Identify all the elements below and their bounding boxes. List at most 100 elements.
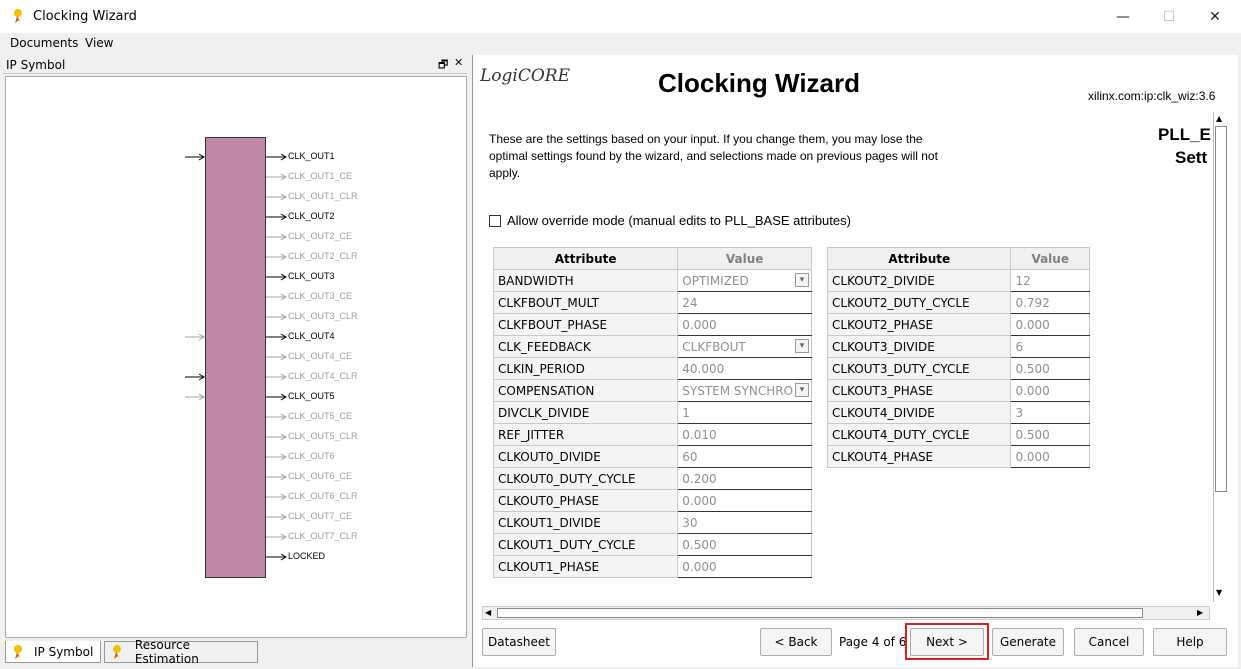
scroll-left-icon[interactable]: ◀ xyxy=(485,608,491,617)
attribute-value[interactable]: 0.792 xyxy=(1010,291,1090,314)
attribute-value[interactable]: 0.000 xyxy=(677,489,812,512)
attribute-name: CLKFBOUT_PHASE xyxy=(492,313,679,336)
attribute-name: CLKOUT3_DIVIDE xyxy=(826,335,1012,358)
attribute-table-left: Attribute Value BANDWIDTH OPTIMIZED ▾ CLKFB… xyxy=(492,247,812,578)
logo-text: LogiCORE xyxy=(480,66,570,86)
attribute-value[interactable]: 0.500 xyxy=(1010,423,1090,446)
attribute-value[interactable]: 0.500 xyxy=(677,533,812,556)
column-header-value: Value xyxy=(1010,247,1090,270)
help-button[interactable]: Help xyxy=(1153,628,1227,656)
attribute-value[interactable]: 0.000 xyxy=(1010,313,1090,336)
table-row: CLKIN_PERIOD 40.000 xyxy=(492,357,812,380)
attribute-table-right: Attribute Value CLKOUT2_DIVIDE 12 CLKOUT2_… xyxy=(826,247,1090,468)
attribute-value[interactable]: 40.000 xyxy=(677,357,812,380)
override-checkbox[interactable] xyxy=(489,214,501,227)
chevron-down-icon[interactable]: ▾ xyxy=(795,339,809,353)
dropdown-value: SYSTEM SYNCHRO xyxy=(682,383,794,398)
chevron-down-icon[interactable]: ▾ xyxy=(795,383,809,397)
attribute-name: CLKOUT2_PHASE xyxy=(826,313,1012,336)
dropdown-value: OPTIMIZED xyxy=(682,273,749,288)
window-title: Clocking Wizard xyxy=(33,9,137,24)
horizontal-scrollbar[interactable]: ◀ ▶ xyxy=(482,606,1210,620)
attribute-value[interactable]: CLKFBOUT ▾ xyxy=(677,335,812,358)
attribute-value[interactable]: 60 xyxy=(677,445,812,468)
attribute-value[interactable]: 6 xyxy=(1010,335,1090,358)
attribute-value[interactable]: OPTIMIZED ▾ xyxy=(677,269,812,292)
attribute-value[interactable]: SYSTEM SYNCHRO ▾ xyxy=(677,379,812,402)
float-icon[interactable]: 🗗 xyxy=(438,56,448,75)
generate-button[interactable]: Generate xyxy=(992,628,1064,656)
output-pin-label: CLK_OUT6_CLR xyxy=(288,491,358,501)
scroll-down-icon[interactable]: ▼ xyxy=(1216,588,1222,597)
attribute-value[interactable]: 30 xyxy=(677,511,812,534)
attribute-name: CLKOUT3_PHASE xyxy=(826,379,1012,402)
horizontal-scrollbar-thumb[interactable] xyxy=(497,608,1143,618)
table-row: CLKOUT4_DIVIDE 3 xyxy=(826,401,1090,424)
dropdown-value: CLKFBOUT xyxy=(682,339,746,354)
attribute-value[interactable]: 3 xyxy=(1010,401,1090,424)
menu-view[interactable]: View xyxy=(85,36,113,50)
side-title-1: PLL_E xyxy=(1158,125,1211,144)
output-pin-label: CLK_OUT3 xyxy=(288,271,335,281)
output-pin-label: LOCKED xyxy=(288,551,326,561)
attribute-name: CLKOUT2_DIVIDE xyxy=(826,269,1012,292)
scroll-up-icon[interactable]: ▲ xyxy=(1216,114,1222,123)
override-mode-row[interactable]: Allow override mode (manual edits to PLL… xyxy=(489,213,851,228)
column-header-attribute: Attribute xyxy=(492,247,679,270)
attribute-name: CLKOUT1_PHASE xyxy=(492,555,679,578)
panel-title: IP Symbol xyxy=(6,58,66,72)
output-pin-label: CLK_OUT4_CLR xyxy=(288,371,358,381)
attribute-value[interactable]: 0.000 xyxy=(677,313,812,336)
attribute-value[interactable]: 0.010 xyxy=(677,423,812,446)
attribute-name: CLKOUT0_PHASE xyxy=(492,489,679,512)
output-pin-label: CLK_OUT7_CLR xyxy=(288,531,358,541)
table-row: CLKOUT0_DUTY_CYCLE 0.200 xyxy=(492,467,812,490)
attribute-name: CLKFBOUT_MULT xyxy=(492,291,679,314)
datasheet-button[interactable]: Datasheet xyxy=(482,628,556,656)
cancel-button[interactable]: Cancel xyxy=(1074,628,1144,656)
table-row: CLKOUT3_DIVIDE 6 xyxy=(826,335,1090,358)
maximize-button[interactable]: ☐ xyxy=(1146,0,1192,33)
minimize-button[interactable]: — xyxy=(1100,0,1146,33)
override-label: Allow override mode (manual edits to PLL… xyxy=(507,213,851,228)
tab-label: IP Symbol xyxy=(34,644,94,659)
attribute-value[interactable]: 24 xyxy=(677,291,812,314)
tab-ip-symbol[interactable]: IP Symbol xyxy=(5,641,101,663)
attribute-value[interactable]: 0.000 xyxy=(1010,445,1090,468)
attribute-value[interactable]: 0.000 xyxy=(677,555,812,578)
attribute-value[interactable]: 12 xyxy=(1010,269,1090,292)
table-row: CLKOUT3_DUTY_CYCLE 0.500 xyxy=(826,357,1090,380)
output-pin-label: CLK_OUT3_CE xyxy=(288,291,353,301)
panel-close-icon[interactable]: ✕ xyxy=(454,56,463,69)
attribute-name: CLKOUT4_DIVIDE xyxy=(826,401,1012,424)
table-row: CLKOUT2_DUTY_CYCLE 0.792 xyxy=(826,291,1090,314)
ip-symbol-block xyxy=(205,137,266,578)
table-row: BANDWIDTH OPTIMIZED ▾ xyxy=(492,269,812,292)
attribute-name: REF_JITTER xyxy=(492,423,679,446)
vertical-scrollbar[interactable]: ▲ ▼ xyxy=(1213,112,1227,602)
side-title-2: Sett xyxy=(1175,148,1208,167)
chevron-down-icon[interactable]: ▾ xyxy=(795,273,809,287)
attribute-name: CLKOUT2_DUTY_CYCLE xyxy=(826,291,1012,314)
table-row: COMPENSATION SYSTEM SYNCHRO ▾ xyxy=(492,379,812,402)
scroll-right-icon[interactable]: ▶ xyxy=(1197,608,1203,617)
table-row: CLKOUT1_DUTY_CYCLE 0.500 xyxy=(492,533,812,556)
table-row: REF_JITTER 0.010 xyxy=(492,423,812,446)
ip-symbol-panel-header: IP Symbol 🗗 ✕ xyxy=(3,56,467,74)
ip-identifier: xilinx.com:ip:clk_wiz:3.6 xyxy=(1088,89,1216,103)
column-header-value: Value xyxy=(677,247,812,270)
close-button[interactable]: ✕ xyxy=(1192,0,1238,33)
back-button[interactable]: < Back xyxy=(760,628,832,656)
tab-resource-estimation[interactable]: Resource Estimation xyxy=(104,638,258,666)
output-pin-label: CLK_OUT5_CE xyxy=(288,411,353,421)
menu-documents[interactable]: Documents xyxy=(10,36,78,50)
attribute-value[interactable]: 0.200 xyxy=(677,467,812,490)
attribute-name: CLKOUT4_PHASE xyxy=(826,445,1012,468)
next-button[interactable]: Next > xyxy=(910,628,984,656)
attribute-value[interactable]: 0.500 xyxy=(1010,357,1090,380)
output-pin-label: CLK_OUT4 xyxy=(288,331,335,341)
scrollbar-thumb[interactable] xyxy=(1215,126,1227,492)
attribute-value[interactable]: 1 xyxy=(677,401,812,424)
table-row: CLKOUT0_DIVIDE 60 xyxy=(492,445,812,468)
attribute-value[interactable]: 0.000 xyxy=(1010,379,1090,402)
